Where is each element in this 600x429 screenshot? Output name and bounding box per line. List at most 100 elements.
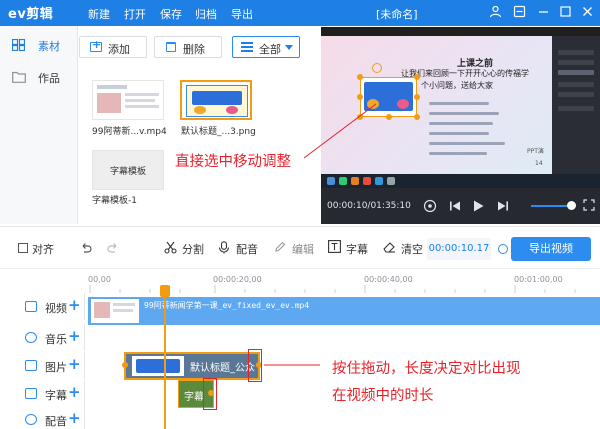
subtitle-thumb-text: 字幕模板 <box>110 167 147 177</box>
add-icon <box>90 38 102 52</box>
clip-label: 默认标题_公众 <box>190 363 255 374</box>
annotation-drag-hint-1: 按住拖动，长度决定对比出现 <box>332 361 521 377</box>
filter-value: 全部 <box>259 43 281 56</box>
mic-icon <box>25 414 37 425</box>
clear-button[interactable]: 清空 <box>401 241 423 257</box>
track-label: 图片 <box>45 361 67 374</box>
media-thumb-subtitle[interactable]: 字幕模板 <box>92 150 164 190</box>
media-label: 默认标题_...3.png <box>181 127 256 137</box>
nav-item-material[interactable]: 素材 <box>0 30 78 60</box>
annotation-drag-hint-2: 在视频中的时长 <box>332 388 434 404</box>
clip-thumbnail <box>132 356 184 376</box>
mic-icon[interactable] <box>218 241 230 254</box>
folder-icon <box>12 71 26 83</box>
volume-knob[interactable] <box>567 201 576 210</box>
preview-taskbar <box>321 174 600 188</box>
delete-label: 删除 <box>183 43 205 56</box>
add-button[interactable]: 添加 <box>79 36 147 58</box>
add-track-button[interactable]: + <box>68 383 81 401</box>
chevron-down-icon <box>285 45 293 50</box>
settings-icon[interactable] <box>512 5 526 19</box>
edit-button[interactable]: 编辑 <box>292 241 314 257</box>
highlight-box <box>248 349 262 382</box>
track-label: 音乐 <box>45 333 67 346</box>
slide-line-2: 个小问题，送给大家 <box>421 81 493 90</box>
tick-label: 00:00:40,00 <box>364 275 413 284</box>
export-video-button[interactable]: 导出视频 <box>511 237 591 261</box>
clip-label: 99阿蒂新闻学第一课_ev_fixed_ev_ev.mp4 <box>144 301 310 310</box>
divider <box>0 268 600 269</box>
playback-bar: 00:00:10/01:35:10 <box>321 188 600 224</box>
playhead[interactable] <box>164 285 166 429</box>
nav-item-works[interactable]: 作品 <box>0 62 78 92</box>
scissors-icon[interactable] <box>164 241 177 254</box>
track-header-subtitle: 字幕 + <box>0 380 85 407</box>
nav-item-label: 作品 <box>38 72 60 85</box>
split-button[interactable]: 分割 <box>182 241 204 257</box>
media-thumb-video[interactable] <box>92 80 164 120</box>
track-header-image: 图片 + <box>0 352 85 379</box>
media-thumb-image[interactable] <box>180 80 252 120</box>
add-track-button[interactable]: + <box>68 355 81 373</box>
slide-side-panel <box>552 36 600 174</box>
prev-icon[interactable] <box>449 200 461 212</box>
dub-button[interactable]: 配音 <box>236 241 258 257</box>
menu-archive[interactable]: 归档 <box>195 6 217 22</box>
minimize-icon[interactable] <box>536 5 550 19</box>
title-bar: ev剪辑 新建 打开 保存 归档 导出 [未命名] <box>0 0 600 26</box>
menu-open[interactable]: 打开 <box>124 6 146 22</box>
annotation-arrow <box>264 364 320 366</box>
pencil-icon[interactable] <box>274 241 286 253</box>
subtitle-button[interactable]: 字幕 <box>346 241 368 257</box>
app-logo: ev剪辑 <box>8 7 54 22</box>
align-checkbox[interactable] <box>18 243 28 253</box>
play-icon[interactable] <box>471 199 485 213</box>
track-header-music: 音乐 + <box>0 324 85 351</box>
slide-line-1: 让我们来回顾一下开开心心的传福学 <box>401 69 529 78</box>
delete-button[interactable]: 删除 <box>154 36 222 58</box>
menu-save[interactable]: 保存 <box>160 6 182 22</box>
trim-handle[interactable] <box>122 362 128 368</box>
resize-handle[interactable] <box>414 94 420 100</box>
text-icon[interactable] <box>328 240 341 253</box>
resize-handle[interactable] <box>357 74 363 80</box>
highlight-box <box>203 378 217 410</box>
rotate-handle[interactable] <box>372 63 382 73</box>
tick-label: 00:01:00,00 <box>514 275 563 284</box>
loading-icon <box>498 244 508 254</box>
add-track-button[interactable]: + <box>68 296 81 314</box>
add-track-button[interactable]: + <box>68 327 81 345</box>
filter-select[interactable]: 全部 <box>232 36 300 58</box>
slide-number: 14 <box>535 160 543 167</box>
menu-new[interactable]: 新建 <box>88 6 110 22</box>
timecode-display: 00:00:10.17 <box>427 238 491 260</box>
menu-export[interactable]: 导出 <box>231 6 253 22</box>
resize-handle[interactable] <box>386 114 392 120</box>
track-header-video: 视频 + <box>0 293 85 320</box>
next-icon[interactable] <box>497 200 509 212</box>
eraser-icon[interactable] <box>383 241 396 253</box>
tick-label: 00,00 <box>88 275 111 284</box>
image-clip[interactable]: 默认标题_公众 <box>124 352 260 380</box>
clip-thumbnail <box>91 299 139 323</box>
align-label: 对齐 <box>32 243 54 256</box>
fullscreen-icon[interactable] <box>583 199 595 211</box>
media-label: 字幕模板-1 <box>92 196 137 206</box>
resize-handle[interactable] <box>414 74 420 80</box>
redo-icon[interactable] <box>107 241 119 253</box>
left-nav: 素材 作品 <box>0 26 78 224</box>
resize-handle[interactable] <box>414 114 420 120</box>
add-track-button[interactable]: + <box>68 409 81 427</box>
video-icon <box>25 301 37 312</box>
time-display: 00:00:10/01:35:10 <box>327 201 411 211</box>
trash-icon <box>166 42 176 52</box>
maximize-icon[interactable] <box>558 5 572 19</box>
record-icon[interactable] <box>423 199 437 213</box>
track-header-dub: 配音 + <box>0 406 85 429</box>
media-label: 99阿蒂新...v.mp4 <box>92 127 167 137</box>
close-icon[interactable] <box>580 5 594 19</box>
user-icon[interactable] <box>488 5 502 19</box>
divider <box>0 226 600 227</box>
track-label: 配音 <box>45 415 67 428</box>
undo-icon[interactable] <box>80 241 92 253</box>
